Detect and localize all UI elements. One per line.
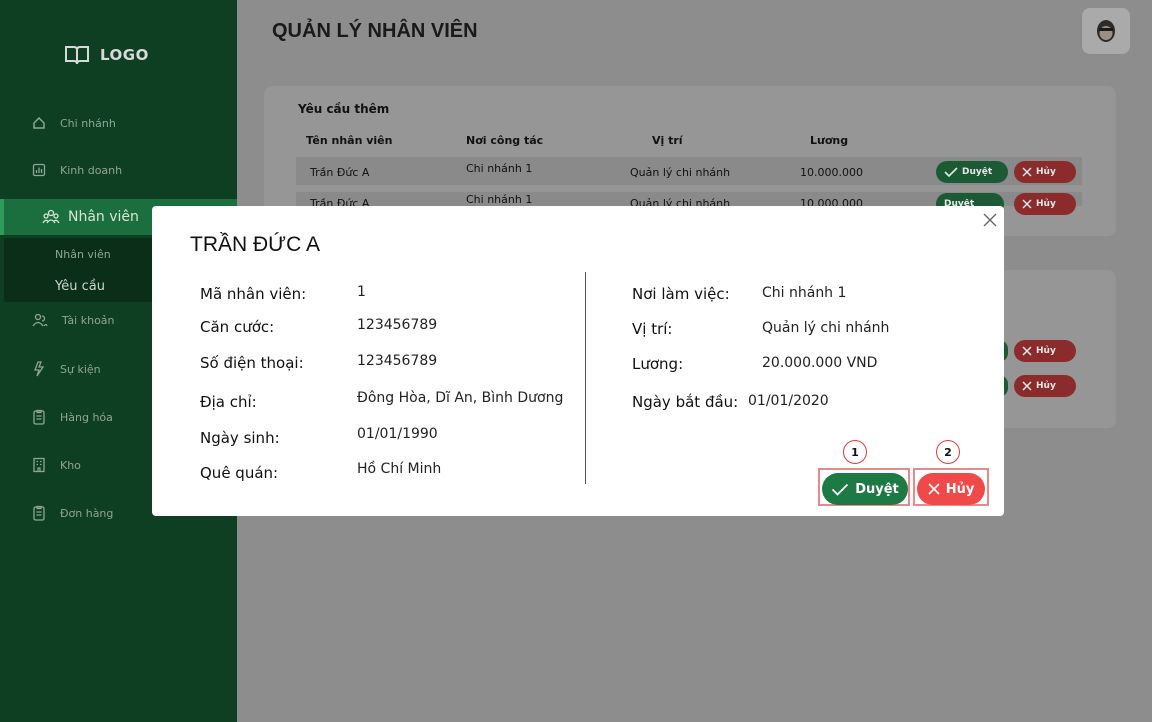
check-icon bbox=[832, 483, 849, 496]
cell-branch: Chi nhánh 1 bbox=[466, 193, 533, 206]
field-value-id-card: 123456789 bbox=[357, 317, 438, 333]
field-label-start-date: Ngày bắt đầu: bbox=[632, 393, 739, 411]
field-value-address: Đông Hòa, Dĩ An, Bình Dương bbox=[357, 390, 564, 406]
sidebar-item-label: Đơn hàng bbox=[60, 506, 114, 520]
check-icon bbox=[944, 167, 958, 177]
close-icon bbox=[928, 483, 940, 495]
clipboard-icon bbox=[33, 409, 45, 425]
approve-button[interactable]: Duyệt bbox=[822, 473, 908, 505]
row-approve-label: Duyệt bbox=[962, 167, 993, 177]
building-icon bbox=[33, 457, 45, 473]
cancel-button[interactable]: Hủy bbox=[917, 473, 985, 505]
field-value-phone: 123456789 bbox=[357, 353, 438, 369]
sidebar-item-label: Hàng hóa bbox=[60, 410, 113, 424]
field-value-hometown: Hồ Chí Minh bbox=[357, 461, 442, 477]
row-cancel-label: Hủy bbox=[1036, 167, 1056, 177]
column-header-name: Tên nhân viên bbox=[306, 134, 393, 147]
row-cancel-label: Hủy bbox=[1036, 381, 1056, 391]
row-cancel-button[interactable]: Hủy bbox=[1014, 375, 1076, 397]
logo-text: LOGO bbox=[100, 46, 149, 64]
close-icon bbox=[1022, 167, 1032, 177]
sidebar-item-label: Nhân viên bbox=[68, 209, 139, 225]
row-cancel-button[interactable]: Hủy bbox=[1014, 161, 1076, 183]
cell-position: Quản lý chi nhánh bbox=[630, 166, 731, 179]
row-cancel-button[interactable]: Hủy bbox=[1014, 340, 1076, 362]
logo[interactable]: LOGO bbox=[64, 44, 149, 66]
order-icon bbox=[33, 505, 45, 521]
field-value-start-date: 01/01/2020 bbox=[748, 393, 829, 409]
field-value-workplace: Chi nhánh 1 bbox=[762, 285, 847, 301]
column-header-salary: Lương bbox=[810, 134, 849, 147]
close-icon bbox=[1022, 346, 1032, 356]
avatar-icon bbox=[1097, 20, 1115, 42]
field-label-position: Vị trí: bbox=[632, 320, 673, 338]
column-header-branch: Nơi công tác bbox=[466, 134, 544, 147]
modal-title: TRẦN ĐỨC A bbox=[190, 233, 320, 256]
field-value-employee-id: 1 bbox=[357, 284, 366, 300]
cell-salary: 10.000.000 bbox=[800, 166, 863, 179]
close-icon bbox=[1022, 381, 1032, 391]
sidebar-item-chi-nhanh[interactable]: Chi nhánh bbox=[0, 105, 237, 141]
field-label-hometown: Quê quán: bbox=[200, 464, 279, 482]
approve-label: Duyệt bbox=[855, 481, 899, 497]
cell-name: Trần Đức A bbox=[310, 166, 370, 179]
close-icon bbox=[1022, 199, 1032, 209]
field-label-address: Địa chỉ: bbox=[200, 393, 257, 411]
cell-branch: Chi nhánh 1 bbox=[466, 162, 533, 175]
sidebar-item-label: Tài khoản bbox=[62, 313, 115, 327]
row-cancel-label: Hủy bbox=[1036, 346, 1056, 356]
book-icon bbox=[65, 46, 89, 65]
annotation-badge-1: 1 bbox=[843, 440, 867, 464]
avatar[interactable] bbox=[1082, 8, 1130, 54]
modal-divider bbox=[585, 272, 586, 484]
sidebar-subitem-nhan-vien[interactable]: Nhân viên bbox=[55, 248, 111, 261]
field-label-phone: Số điện thoại: bbox=[200, 354, 304, 372]
row-cancel-label: Hủy bbox=[1036, 199, 1056, 209]
sidebar-item-label: Kinh doanh bbox=[60, 163, 123, 177]
annotation-badge-2: 2 bbox=[936, 440, 960, 464]
field-value-position: Quản lý chi nhánh bbox=[762, 320, 890, 336]
field-label-birthdate: Ngày sinh: bbox=[200, 429, 280, 447]
home-icon bbox=[33, 116, 45, 129]
field-value-salary: 20.000.000 VND bbox=[762, 355, 878, 371]
field-label-workplace: Nơi làm việc: bbox=[632, 285, 730, 303]
sidebar-item-label: Sự kiện bbox=[60, 362, 101, 376]
requests-title: Yêu cầu thêm bbox=[298, 102, 390, 116]
sidebar-item-label: Kho bbox=[60, 458, 81, 472]
field-value-birthdate: 01/01/1990 bbox=[357, 426, 438, 442]
sidebar-subitem-yeu-cau[interactable]: Yêu cầu bbox=[55, 279, 105, 294]
field-label-employee-id: Mã nhân viên: bbox=[200, 285, 307, 303]
chart-icon bbox=[32, 163, 46, 177]
field-label-salary: Lương: bbox=[632, 355, 684, 373]
sidebar-item-kinh-doanh[interactable]: Kinh doanh bbox=[0, 152, 237, 188]
cancel-label: Hủy bbox=[945, 481, 975, 497]
users-icon bbox=[42, 209, 60, 224]
account-icon bbox=[32, 313, 48, 327]
page-title: QUẢN LÝ NHÂN VIÊN bbox=[272, 20, 478, 42]
event-icon bbox=[34, 361, 45, 377]
row-cancel-button[interactable]: Hủy bbox=[1014, 193, 1076, 215]
row-approve-button[interactable]: Duyệt bbox=[936, 161, 1008, 183]
sidebar-item-label: Chi nhánh bbox=[60, 116, 116, 130]
column-header-position: Vị trí bbox=[652, 134, 683, 147]
close-icon[interactable] bbox=[980, 210, 1000, 230]
field-label-id-card: Căn cước: bbox=[200, 318, 275, 336]
